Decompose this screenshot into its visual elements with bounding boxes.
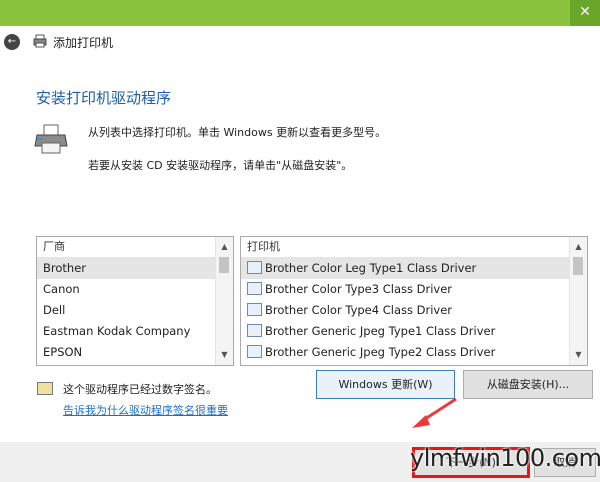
printer-item-label: Brother Generic Jpeg Type1 Class Driver — [265, 324, 496, 338]
red-arrow-annotation — [412, 397, 457, 428]
driver-icon — [247, 324, 262, 337]
scroll-down-icon[interactable]: ▼ — [216, 347, 233, 363]
printer-item[interactable]: Brother Generic Jpeg Type1 Class Driver — [241, 321, 587, 342]
scroll-thumb[interactable] — [219, 257, 229, 273]
printer-list[interactable]: 打印机 Brother Color Leg Type1 Class Driver… — [240, 236, 588, 366]
scroll-thumb[interactable] — [573, 257, 583, 275]
printer-large-icon — [34, 124, 68, 154]
manufacturer-item[interactable]: Eastman Kodak Company — [37, 321, 233, 342]
manufacturer-item[interactable]: EPSON — [37, 342, 233, 363]
description-line-2: 若要从安装 CD 安装驱动程序，请单击"从磁盘安装"。 — [88, 159, 353, 172]
scroll-up-icon[interactable]: ▲ — [570, 239, 587, 255]
driver-icon — [247, 282, 262, 295]
manufacturer-scrollbar[interactable]: ▲ ▼ — [215, 237, 233, 365]
signature-info-link[interactable]: 告诉我为什么驱动程序签名很重要 — [63, 402, 228, 418]
printer-list-header: 打印机 — [241, 237, 587, 258]
manufacturer-item[interactable]: Dell — [37, 300, 233, 321]
driver-icon — [247, 261, 262, 274]
back-button[interactable]: ← — [4, 34, 20, 50]
signature-status: 这个驱动程序已经过数字签名。 — [63, 383, 217, 396]
watermark: ylmfwin100.com — [410, 444, 600, 472]
driver-icon — [247, 303, 262, 316]
printer-item[interactable]: Brother Color Type3 Class Driver — [241, 279, 587, 300]
printer-item-label: Brother Color Leg Type1 Class Driver — [265, 261, 477, 275]
manufacturer-item[interactable]: Canon — [37, 279, 233, 300]
printer-item-label: Brother Generic Jpeg Type2 Class Driver — [265, 345, 496, 359]
printer-item[interactable]: Brother Color Type4 Class Driver — [241, 300, 587, 321]
have-disk-button[interactable]: 从磁盘安装(H)... — [463, 370, 593, 399]
wizard-title: 添加打印机 — [53, 36, 114, 50]
page-title: 安装打印机驱动程序 — [36, 89, 172, 107]
printer-item[interactable]: Brother Generic Jpeg Type2 Class Driver — [241, 342, 587, 363]
wizard-header: ← 添加打印机 — [0, 26, 600, 60]
scroll-up-icon[interactable]: ▲ — [216, 239, 233, 255]
manufacturer-list-header: 厂商 — [37, 237, 233, 258]
manufacturer-list[interactable]: 厂商 Brother Canon Dell Eastman Kodak Comp… — [36, 236, 234, 366]
driver-icon — [247, 345, 262, 358]
printer-icon — [33, 34, 47, 48]
printer-item[interactable]: Brother Color Leg Type1 Class Driver — [241, 258, 587, 279]
close-button[interactable]: ✕ — [570, 0, 600, 26]
printer-item-label: Brother Color Type4 Class Driver — [265, 303, 453, 317]
certificate-icon — [37, 382, 53, 395]
window-titlebar: ✕ — [0, 0, 600, 26]
manufacturer-item[interactable]: Brother — [37, 258, 233, 279]
close-icon: ✕ — [579, 4, 591, 20]
printer-item-label: Brother Color Type3 Class Driver — [265, 282, 453, 296]
scroll-down-icon[interactable]: ▼ — [570, 347, 587, 363]
back-arrow-icon: ← — [7, 36, 17, 47]
printer-scrollbar[interactable]: ▲ ▼ — [569, 237, 587, 365]
description-line-1: 从列表中选择打印机。单击 Windows 更新以查看更多型号。 — [88, 126, 387, 139]
